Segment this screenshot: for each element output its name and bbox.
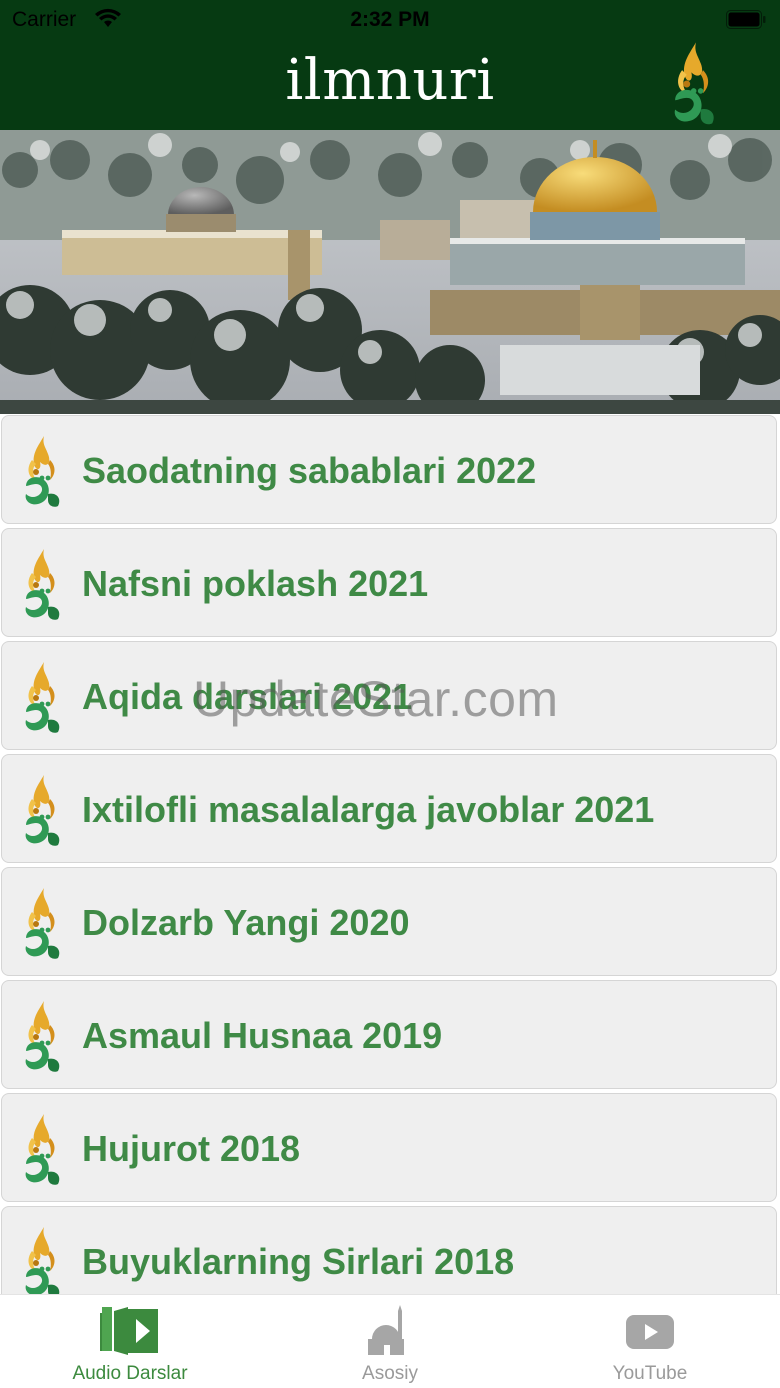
ilmnuri-logo-icon bbox=[18, 547, 70, 623]
list-item[interactable]: Hujurot 2018 bbox=[1, 1093, 777, 1202]
tab-label: YouTube bbox=[612, 1363, 688, 1384]
ilmnuri-logo-icon bbox=[18, 999, 70, 1075]
status-time: 2:32 PM bbox=[350, 8, 430, 31]
list-item-label: Aqida darslari 2021 bbox=[82, 676, 413, 717]
youtube-icon bbox=[626, 1315, 674, 1349]
mosque-icon bbox=[368, 1305, 404, 1355]
ilmnuri-logo-icon bbox=[18, 886, 70, 962]
list-item[interactable]: Ixtilofli masalalarga javoblar 2021 bbox=[1, 754, 777, 863]
book-play-icon bbox=[100, 1307, 158, 1355]
app-title: ilmnuri bbox=[285, 48, 495, 113]
banner-image bbox=[0, 130, 780, 414]
tab-audio-darslar[interactable]: Audio Darslar bbox=[0, 1295, 260, 1388]
list-item[interactable]: Nafsni poklash 2021 bbox=[1, 528, 777, 637]
status-bar: Carrier 2:32 PM bbox=[0, 0, 780, 40]
lesson-list: Saodatning sabablari 2022 Nafsni poklash… bbox=[0, 414, 780, 1294]
nav-bar: ilmnuri bbox=[0, 40, 780, 130]
tab-label: Audio Darslar bbox=[72, 1363, 188, 1384]
tab-asosiy[interactable]: Asosiy bbox=[260, 1295, 520, 1388]
list-item-label: Buyuklarning Sirlari 2018 bbox=[82, 1241, 515, 1282]
list-item[interactable]: Aqida darslari 2021 bbox=[1, 641, 777, 750]
ilmnuri-logo-icon bbox=[18, 773, 70, 849]
list-item-label: Dolzarb Yangi 2020 bbox=[82, 902, 410, 943]
ilmnuri-logo-icon bbox=[18, 660, 70, 736]
list-item-label: Ixtilofli masalalarga javoblar 2021 bbox=[82, 789, 655, 830]
tab-bar: Audio Darslar Asosiy YouTube bbox=[0, 1294, 780, 1387]
tab-label: Asosiy bbox=[362, 1363, 418, 1384]
list-item-label: Saodatning sabablari 2022 bbox=[82, 450, 537, 491]
list-item[interactable]: Dolzarb Yangi 2020 bbox=[1, 867, 777, 976]
ilmnuri-logo-icon bbox=[18, 1112, 70, 1188]
list-item-label: Asmaul Husnaa 2019 bbox=[82, 1015, 443, 1056]
tab-youtube[interactable]: YouTube bbox=[520, 1295, 780, 1388]
list-item[interactable]: Saodatning sabablari 2022 bbox=[1, 415, 777, 524]
battery-icon bbox=[726, 10, 766, 29]
list-item[interactable]: Asmaul Husnaa 2019 bbox=[1, 980, 777, 1089]
list-item-label: Hujurot 2018 bbox=[82, 1128, 301, 1169]
app-logo-icon bbox=[664, 40, 728, 128]
list-item[interactable]: Buyuklarning Sirlari 2018 bbox=[1, 1206, 777, 1294]
ilmnuri-logo-icon bbox=[18, 1225, 70, 1294]
ilmnuri-logo-icon bbox=[18, 434, 70, 510]
list-item-label: Nafsni poklash 2021 bbox=[82, 563, 429, 604]
